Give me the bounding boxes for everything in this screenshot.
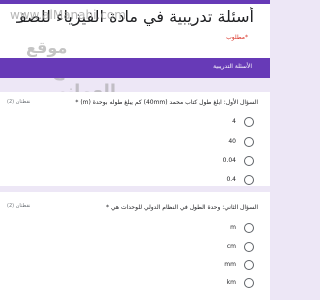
radio-button[interactable] bbox=[244, 137, 254, 147]
radio-button[interactable] bbox=[244, 260, 254, 270]
option-0-4[interactable]: 0.4 bbox=[194, 175, 254, 187]
radio-button[interactable] bbox=[244, 223, 254, 233]
option-km[interactable]: km bbox=[194, 278, 254, 290]
option-40[interactable]: 40 bbox=[194, 137, 254, 149]
question-text: السؤال الأول: ابلغ طول كتاب محمد (40mm) … bbox=[75, 99, 258, 106]
option-cm[interactable]: cm bbox=[194, 242, 254, 254]
section-title: الأسئلة التدريبية bbox=[213, 63, 252, 70]
option-label: m bbox=[230, 224, 236, 231]
option-label: 0.04 bbox=[222, 157, 236, 164]
question-points: نقطتان (2) bbox=[7, 99, 31, 105]
section-header: الأسئلة التدريبية bbox=[0, 58, 270, 78]
question-card-1: السؤال الأول: ابلغ طول كتاب محمد (40mm) … bbox=[0, 92, 270, 186]
header-accent-bar bbox=[0, 0, 270, 4]
option-4[interactable]: 4 bbox=[194, 117, 254, 129]
option-label: 40 bbox=[228, 138, 236, 145]
option-label: km bbox=[226, 279, 236, 286]
question-points: نقطتان (2) bbox=[7, 203, 31, 209]
option-0-04[interactable]: 0.04 bbox=[194, 156, 254, 168]
option-m[interactable]: m bbox=[194, 223, 254, 235]
radio-button[interactable] bbox=[244, 156, 254, 166]
form-header: أسئلة تدريبية في مادة الفيزياء للصف التا… bbox=[0, 0, 270, 58]
question-card-2: السؤال الثاني: وحدة الطول في النظام الدو… bbox=[0, 192, 270, 300]
radio-button[interactable] bbox=[244, 175, 254, 185]
required-note: *مطلوب bbox=[226, 34, 248, 41]
radio-button[interactable] bbox=[244, 278, 254, 288]
option-label: 0.4 bbox=[226, 176, 236, 183]
option-label: 4 bbox=[232, 118, 236, 125]
option-mm[interactable]: mm bbox=[194, 260, 254, 272]
option-label: cm bbox=[226, 243, 236, 250]
form-title: أسئلة تدريبية في مادة الفيزياء للصف التا… bbox=[16, 7, 254, 26]
option-label: mm bbox=[224, 261, 236, 268]
radio-button[interactable] bbox=[244, 242, 254, 252]
question-text: السؤال الثاني: وحدة الطول في النظام الدو… bbox=[105, 204, 258, 211]
radio-button[interactable] bbox=[244, 117, 254, 127]
